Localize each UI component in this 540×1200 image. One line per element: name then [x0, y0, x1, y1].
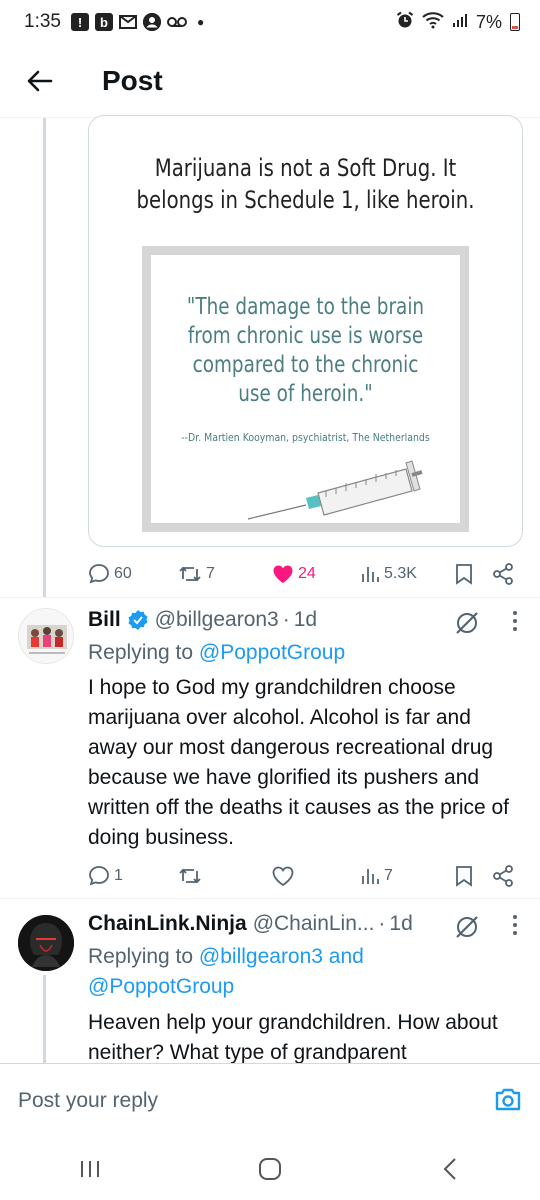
reply-button[interactable]: 1 — [88, 865, 123, 887]
alert-icon: ! — [70, 13, 89, 31]
replying-prefix: Replying to — [88, 641, 194, 664]
heart-filled-icon — [273, 565, 293, 583]
syringe-illustration — [247, 460, 423, 520]
battery-percent: 7% — [475, 11, 502, 32]
views-count: 5.3K — [384, 565, 417, 582]
reply-count: 1 — [114, 867, 123, 884]
tweet-text: I hope to God my grandchildren choose ma… — [88, 676, 510, 849]
top-app-bar: Post — [0, 44, 540, 118]
bookmark-button[interactable] — [455, 563, 473, 585]
image-attribution: --Dr. Martien Kooyman, psychiatrist, The… — [181, 431, 430, 444]
image-headline: Marijuana is not a Soft Drug. It belongs… — [136, 154, 475, 214]
wifi-icon — [422, 11, 444, 34]
like-button[interactable] — [272, 866, 294, 886]
more-options-icon[interactable] — [512, 610, 518, 638]
camera-button[interactable] — [494, 1086, 522, 1117]
b-app-icon: b — [94, 13, 113, 31]
replying-to-line: Replying to @billgearon3 and @PoppotGrou… — [88, 942, 418, 1002]
dot-icon: ● — [196, 15, 205, 29]
system-nav-bar — [0, 1137, 540, 1200]
bookmark-icon — [456, 866, 472, 887]
post-actions: 60 7 24 5.3K — [88, 560, 520, 588]
views-icon — [362, 567, 379, 582]
reply-tweet[interactable]: Bill @billgearon3 · 1d Replying to @Popp… — [0, 598, 540, 890]
alarm-icon — [396, 11, 414, 34]
voicemail-icon — [166, 13, 187, 31]
recents-button[interactable] — [60, 1149, 120, 1189]
status-left-icons: ! b ● — [70, 13, 205, 31]
share-icon — [493, 563, 513, 585]
views-button[interactable]: 7 — [360, 866, 393, 886]
avatar[interactable] — [18, 608, 74, 664]
more-options-icon[interactable] — [512, 914, 518, 942]
thread-line — [43, 118, 46, 598]
repost-icon — [179, 868, 201, 884]
nav-back-button[interactable] — [420, 1149, 480, 1189]
share-button[interactable] — [492, 563, 514, 585]
separator-dot: · — [282, 608, 290, 631]
views-button[interactable]: 5.3K — [360, 564, 417, 584]
repost-icon — [179, 566, 201, 582]
user-handle[interactable]: @ChainLin... — [253, 912, 375, 936]
reply-icon — [89, 564, 109, 584]
home-button[interactable] — [240, 1149, 300, 1189]
back-button[interactable] — [22, 63, 58, 99]
avatar[interactable] — [18, 915, 74, 971]
status-time: 1:35 — [24, 11, 61, 32]
timestamp[interactable]: 1d — [389, 912, 412, 936]
reply-count: 60 — [114, 565, 132, 582]
verified-badge-icon — [127, 609, 149, 631]
post-image[interactable]: Marijuana is not a Soft Drug. It belongs… — [88, 115, 523, 547]
views-count: 7 — [384, 867, 393, 884]
tweet-actions: 1 7 — [88, 862, 520, 890]
home-icon — [259, 1157, 281, 1180]
image-quote: "The damage to the brain from chronic us… — [186, 294, 425, 407]
share-icon — [493, 865, 513, 887]
recents-icon — [81, 1160, 99, 1177]
repost-count: 7 — [206, 565, 215, 582]
quote-frame: "The damage to the brain from chronic us… — [142, 246, 469, 532]
camera-icon — [495, 1088, 521, 1111]
like-button[interactable]: 24 — [272, 564, 316, 584]
tweet-header: ChainLink.Ninja @ChainLin... · 1d — [88, 912, 413, 936]
reply-composer: Post your reply — [0, 1063, 540, 1137]
tweet-header: Bill @billgearon3 · 1d — [88, 608, 317, 632]
mention-link[interactable]: @PoppotGroup — [199, 641, 345, 664]
replying-to-line: Replying to @PoppotGroup — [88, 638, 345, 668]
reply-tweet[interactable]: ChainLink.Ninja @ChainLin... · 1d Replyi… — [0, 899, 540, 1063]
replying-prefix: Replying to — [88, 945, 194, 968]
display-name[interactable]: ChainLink.Ninja — [88, 912, 247, 936]
page-title: Post — [102, 64, 163, 96]
tweet-text: Heaven help your grandchildren. How abou… — [88, 1011, 498, 1063]
reply-input[interactable]: Post your reply — [18, 1089, 158, 1113]
battery-icon — [510, 13, 520, 31]
account-icon — [142, 13, 161, 31]
bookmark-icon — [456, 564, 472, 585]
separator-dot: · — [378, 912, 386, 935]
like-count: 24 — [298, 565, 316, 582]
status-right-icons: 7% — [396, 11, 520, 34]
signal-icon — [452, 12, 468, 33]
reply-button[interactable]: 60 — [88, 563, 132, 585]
back-icon — [443, 1157, 456, 1180]
arrow-left-icon — [27, 70, 53, 91]
timestamp[interactable]: 1d — [294, 608, 317, 632]
repost-button[interactable] — [178, 865, 202, 887]
grok-icon[interactable] — [454, 610, 480, 641]
reply-icon — [89, 866, 109, 886]
views-icon — [362, 869, 379, 884]
gmail-icon — [118, 13, 137, 31]
display-name[interactable]: Bill — [88, 608, 121, 632]
grok-icon[interactable] — [454, 914, 480, 945]
repost-button[interactable]: 7 — [178, 563, 215, 585]
heart-icon — [272, 866, 294, 886]
bookmark-button[interactable] — [455, 865, 473, 887]
user-handle[interactable]: @billgearon3 — [155, 608, 279, 632]
status-bar: 1:35 ! b ● 7% — [0, 0, 540, 44]
share-button[interactable] — [492, 865, 514, 887]
